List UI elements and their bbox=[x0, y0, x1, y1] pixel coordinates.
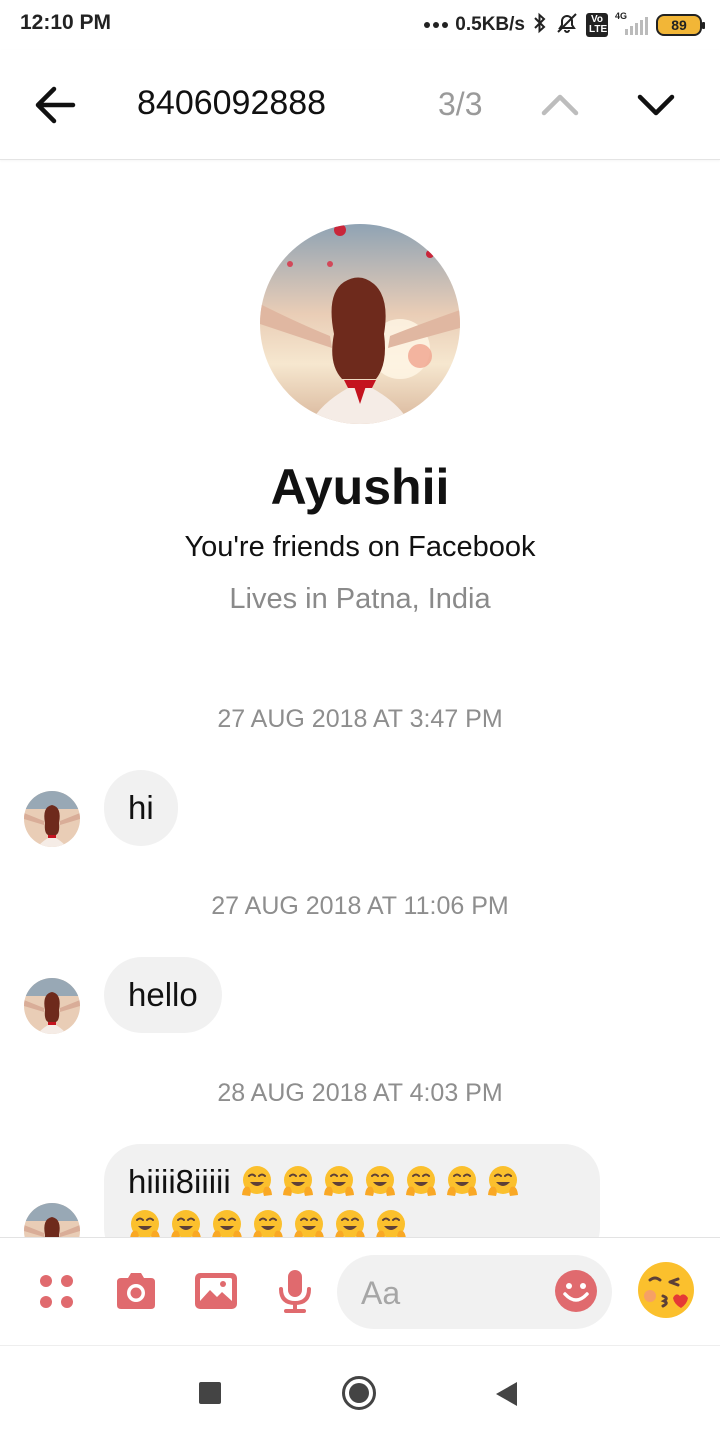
quick-reaction-button[interactable] bbox=[636, 1258, 700, 1322]
message-timestamp: 27 AUG 2018 AT 11:06 PM bbox=[211, 892, 509, 920]
voice-button[interactable] bbox=[272, 1268, 318, 1314]
avatar[interactable] bbox=[24, 978, 80, 1034]
signal-dots-icon bbox=[424, 16, 449, 34]
system-nav-bar bbox=[0, 1345, 720, 1440]
more-dots-icon bbox=[40, 1275, 73, 1308]
message-input-placeholder: Aa bbox=[361, 1275, 401, 1311]
status-icons: 0.5KB/s Vo LTE 4G 89 bbox=[424, 10, 705, 40]
status-time: 12:10 PM bbox=[20, 11, 112, 34]
profile-photo[interactable] bbox=[260, 224, 460, 424]
message-text: hiiii8iiiii bbox=[128, 1163, 231, 1200]
volte-icon: Vo LTE bbox=[586, 13, 608, 37]
camera-icon bbox=[117, 1273, 155, 1309]
message-timestamp: 27 AUG 2018 AT 3:47 PM bbox=[217, 705, 503, 733]
hugging-face-emoji-icon bbox=[281, 1165, 315, 1199]
message-bubble[interactable]: hello bbox=[104, 957, 222, 1033]
kiss-emoji-icon bbox=[638, 1262, 694, 1318]
message-text: hi bbox=[128, 789, 154, 826]
previous-match-button[interactable] bbox=[535, 80, 585, 130]
search-query[interactable]: 8406092888 bbox=[137, 84, 326, 123]
message-timestamp: 28 AUG 2018 AT 4:03 PM bbox=[217, 1079, 503, 1107]
message-composer: Aa bbox=[0, 1237, 720, 1345]
battery-icon: 89 bbox=[656, 14, 705, 36]
hugging-face-emoji-icon bbox=[486, 1165, 520, 1199]
network-speed: 0.5KB/s bbox=[455, 14, 525, 35]
status-bar: 12:10 PM 0.5KB/s Vo LTE 4G 89 bbox=[0, 0, 720, 50]
chevron-down-icon bbox=[637, 94, 675, 116]
hugging-face-emoji-icon bbox=[363, 1165, 397, 1199]
friendship-status: You're friends on Facebook bbox=[184, 531, 536, 563]
back-icon[interactable] bbox=[493, 1380, 519, 1408]
next-match-button[interactable] bbox=[631, 80, 681, 130]
gallery-icon bbox=[195, 1273, 237, 1309]
chevron-up-icon bbox=[541, 94, 579, 116]
back-arrow-icon bbox=[35, 86, 76, 124]
avatar[interactable] bbox=[24, 791, 80, 847]
microphone-icon bbox=[279, 1270, 311, 1313]
emoji-picker-button[interactable] bbox=[553, 1268, 599, 1314]
message-bubble[interactable]: hi bbox=[104, 770, 178, 846]
home-icon[interactable] bbox=[341, 1375, 377, 1411]
gallery-button[interactable] bbox=[193, 1268, 239, 1314]
more-actions-button[interactable] bbox=[34, 1268, 80, 1314]
back-button[interactable] bbox=[30, 80, 80, 130]
search-header: 8406092888 3/3 bbox=[0, 50, 720, 160]
hugging-face-emoji-icon bbox=[445, 1165, 479, 1199]
match-counter: 3/3 bbox=[438, 86, 483, 122]
alarm-off-icon bbox=[555, 11, 579, 40]
signal-strength-icon: 4G bbox=[615, 11, 649, 36]
camera-button[interactable] bbox=[113, 1268, 159, 1314]
hugging-face-emoji-icon bbox=[240, 1165, 274, 1199]
profile-name: Ayushii bbox=[270, 459, 450, 515]
emoji-smile-icon bbox=[555, 1270, 597, 1312]
message-text: hello bbox=[128, 976, 198, 1013]
hugging-face-emoji-icon bbox=[404, 1165, 438, 1199]
profile-location: Lives in Patna, India bbox=[229, 583, 491, 615]
hugging-face-emoji-icon bbox=[322, 1165, 356, 1199]
recent-apps-icon[interactable] bbox=[199, 1382, 221, 1404]
bluetooth-icon bbox=[532, 11, 548, 40]
